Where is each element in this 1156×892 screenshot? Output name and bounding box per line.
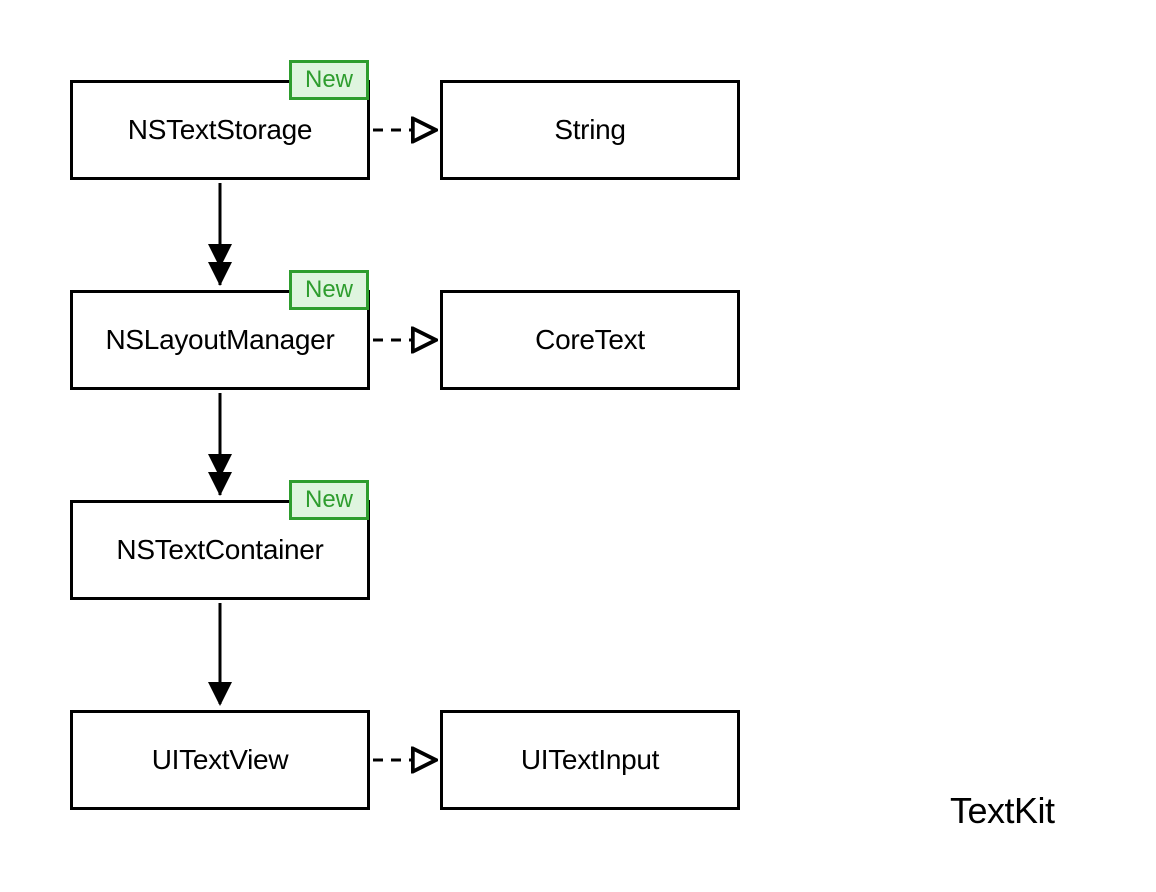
badge-label: New xyxy=(305,486,353,514)
box-label: NSLayoutManager xyxy=(106,324,335,356)
box-label: UITextView xyxy=(152,744,289,776)
badge-label: New xyxy=(305,276,353,304)
box-label: NSTextContainer xyxy=(116,534,323,566)
diagram-title: TextKit xyxy=(950,790,1055,832)
box-string: String xyxy=(440,80,740,180)
badge-new: New xyxy=(289,270,369,310)
title-text: TextKit xyxy=(950,790,1055,831)
badge-label: New xyxy=(305,66,353,94)
box-label: NSTextStorage xyxy=(128,114,312,146)
diagram-container: NSTextStorage New String NSLayoutManager… xyxy=(0,0,1156,892)
box-coretext: CoreText xyxy=(440,290,740,390)
box-label: CoreText xyxy=(535,324,645,356)
box-uitextview: UITextView xyxy=(70,710,370,810)
box-label: String xyxy=(554,114,625,146)
badge-new: New xyxy=(289,60,369,100)
box-uitextinput: UITextInput xyxy=(440,710,740,810)
badge-new: New xyxy=(289,480,369,520)
box-label: UITextInput xyxy=(521,744,659,776)
